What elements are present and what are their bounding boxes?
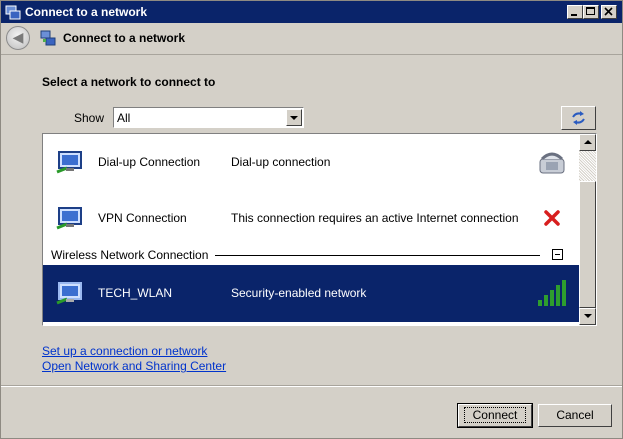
section-heading: Select a network to connect to — [42, 75, 216, 89]
network-description: Dial-up connection — [231, 155, 331, 169]
network-description: This connection requires an active Inter… — [231, 211, 519, 225]
red-x-icon — [544, 210, 560, 226]
setup-connection-link[interactable]: Set up a connection or network — [42, 344, 207, 358]
dialup-connection-icon — [56, 151, 82, 174]
close-button[interactable] — [601, 5, 617, 19]
close-icon — [604, 7, 613, 16]
vertical-scrollbar[interactable] — [579, 134, 596, 325]
signal-bar — [556, 285, 560, 306]
network-list[interactable]: Dial-up Connection Dial-up connection VP… — [42, 133, 597, 326]
signal-strength-icon — [538, 280, 566, 306]
scroll-track[interactable] — [579, 151, 596, 181]
vpn-connection-icon — [56, 207, 82, 230]
wireless-group-header: Wireless Network Connection — [43, 245, 579, 265]
network-name: Dial-up Connection — [98, 155, 201, 169]
network-app-icon — [5, 5, 21, 20]
network-icon — [40, 30, 56, 46]
content-area: Select a network to connect to Show All — [1, 55, 622, 385]
scroll-thumb[interactable] — [579, 181, 596, 308]
cancel-button[interactable]: Cancel — [538, 404, 612, 427]
network-sharing-center-link[interactable]: Open Network and Sharing Center — [42, 359, 226, 373]
scroll-down-icon[interactable] — [579, 308, 596, 325]
cancel-button-label: Cancel — [556, 408, 594, 422]
network-name: TECH_WLAN — [98, 286, 173, 300]
signal-bar — [538, 300, 542, 306]
refresh-button[interactable] — [561, 106, 596, 130]
back-arrow-icon: ◀ — [12, 30, 24, 46]
wireless-network-icon — [56, 282, 82, 305]
signal-bar — [562, 280, 566, 306]
show-filter-value: All — [117, 111, 131, 125]
list-item[interactable]: Dial-up Connection Dial-up connection — [43, 134, 579, 189]
group-label: Wireless Network Connection — [51, 248, 209, 262]
minimize-icon — [571, 14, 577, 16]
show-filter-select[interactable]: All — [113, 107, 304, 128]
refresh-icon — [572, 111, 585, 125]
title-bar: Connect to a network — [1, 1, 622, 23]
minimize-button[interactable] — [567, 5, 583, 19]
connect-button-label: Connect — [463, 407, 527, 423]
network-description: Security-enabled network — [231, 286, 367, 300]
signal-bar — [550, 290, 554, 306]
group-divider — [215, 255, 540, 256]
dialog-window: Connect to a network ◀ Connect to a netw… — [0, 0, 623, 439]
network-name: VPN Connection — [98, 211, 187, 225]
show-label: Show — [74, 111, 105, 125]
collapse-group-icon[interactable] — [552, 249, 563, 260]
telephone-icon — [539, 152, 565, 174]
back-button[interactable]: ◀ — [6, 26, 30, 50]
header-bar: ◀ Connect to a network — [1, 23, 622, 55]
list-item[interactable]: VPN Connection This connection requires … — [43, 190, 579, 245]
dropdown-arrow-icon[interactable] — [286, 109, 302, 126]
maximize-icon — [586, 7, 595, 15]
scroll-up-icon[interactable] — [579, 134, 596, 151]
page-title: Connect to a network — [63, 31, 186, 45]
maximize-button[interactable] — [583, 5, 599, 19]
window-title: Connect to a network — [25, 5, 148, 19]
list-item-selected[interactable]: TECH_WLAN Security-enabled network — [43, 265, 579, 322]
signal-bar — [544, 295, 548, 306]
dialog-footer: Connect Cancel — [1, 385, 622, 438]
footer-separator — [1, 385, 622, 387]
connect-button[interactable]: Connect — [457, 403, 533, 428]
